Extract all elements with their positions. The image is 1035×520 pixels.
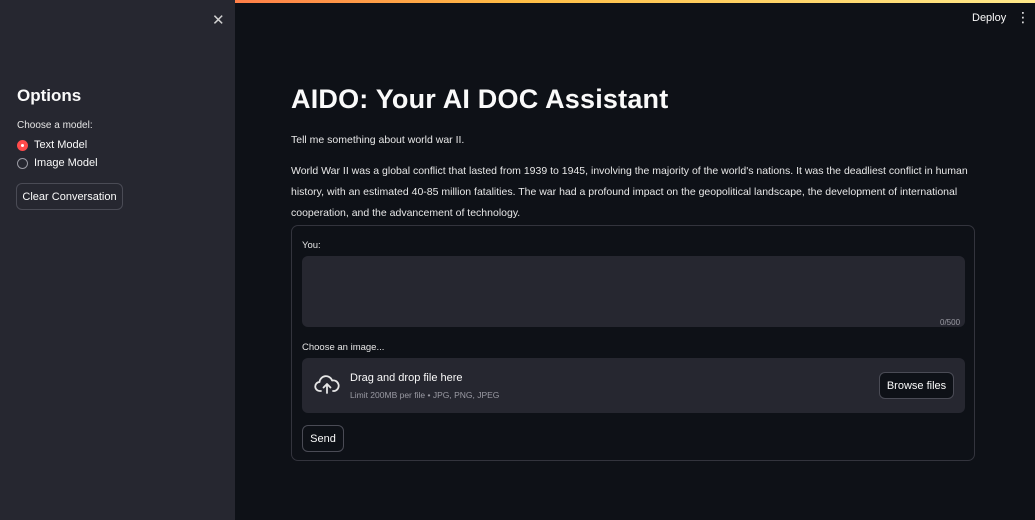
- dropzone-title: Drag and drop file here: [350, 372, 463, 384]
- cloud-upload-icon: [314, 374, 340, 401]
- assistant-message: World War II was a global conflict that …: [291, 165, 968, 219]
- browse-files-button[interactable]: Browse files: [879, 372, 954, 399]
- user-message: Tell me something about world war II.: [291, 134, 465, 146]
- file-dropzone[interactable]: [302, 358, 965, 413]
- sidebar: ✕ Options Choose a model: Text Model Ima…: [0, 0, 235, 520]
- char-counter: 0/500: [940, 318, 961, 327]
- radio-selected-icon: [17, 139, 28, 151]
- kebab-menu-icon[interactable]: ⋮: [1016, 9, 1030, 26]
- page-title: AIDO: Your AI DOC Assistant: [291, 84, 669, 114]
- close-icon[interactable]: ✕: [212, 11, 225, 29]
- send-button[interactable]: Send: [302, 425, 344, 452]
- dropzone-limit: Limit 200MB per file • JPG, PNG, JPEG: [350, 390, 500, 400]
- sidebar-title: Options: [17, 86, 82, 105]
- model-choice-label: Choose a model:: [17, 120, 93, 131]
- radio-text-model[interactable]: Text Model: [17, 139, 87, 151]
- radio-image-model[interactable]: Image Model: [17, 157, 98, 169]
- message-textarea[interactable]: [302, 256, 965, 327]
- deploy-button[interactable]: Deploy: [972, 12, 1006, 24]
- radio-label: Image Model: [34, 157, 98, 169]
- radio-label: Text Model: [34, 139, 88, 151]
- you-label: You:: [302, 240, 321, 251]
- image-upload-label: Choose an image...: [302, 342, 385, 353]
- clear-conversation-button[interactable]: Clear Conversation: [16, 183, 123, 210]
- radio-unselected-icon: [17, 157, 28, 169]
